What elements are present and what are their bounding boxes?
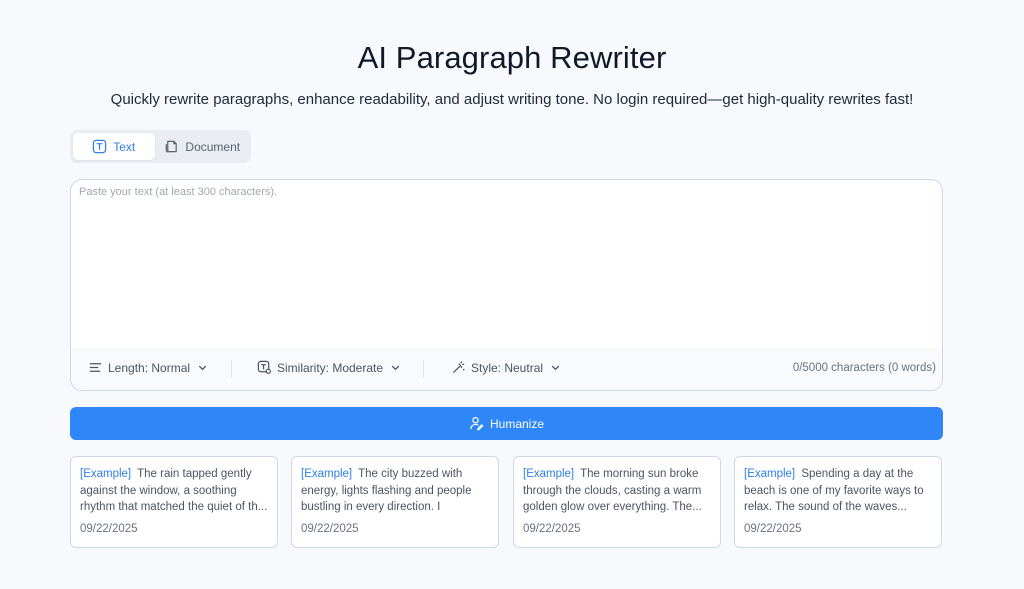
example-card[interactable]: [Example] The morning sun broke through … bbox=[513, 456, 721, 548]
example-card[interactable]: [Example] The rain tapped gently against… bbox=[70, 456, 278, 548]
example-tag: [Example] bbox=[301, 468, 353, 480]
example-tag: [Example] bbox=[80, 468, 132, 480]
example-card[interactable]: [Example] Spending a day at the beach is… bbox=[734, 456, 942, 548]
toolbar-divider bbox=[231, 360, 232, 378]
example-text: [Example] The morning sun broke through … bbox=[523, 466, 712, 516]
example-text: [Example] Spending a day at the beach is… bbox=[744, 466, 933, 516]
length-label: Length: Normal bbox=[108, 360, 191, 375]
page-title: AI Paragraph Rewriter bbox=[357, 40, 667, 75]
character-counter: 0/5000 characters (0 words) bbox=[792, 362, 936, 374]
tab-text-label: Text bbox=[113, 139, 136, 154]
text-input[interactable] bbox=[71, 180, 942, 348]
tab-text[interactable]: Text bbox=[73, 133, 155, 160]
style-label: Style: Neutral bbox=[471, 360, 544, 375]
chevron-down-icon bbox=[551, 365, 560, 371]
humanize-label: Humanize bbox=[489, 416, 545, 431]
editor-toolbar: Length: Normal Similarity: Moderate Styl… bbox=[71, 348, 942, 390]
magic-wand-icon bbox=[452, 361, 465, 374]
tab-document-label: Document bbox=[185, 139, 241, 154]
toolbar-divider bbox=[423, 360, 424, 378]
text-editor: Length: Normal Similarity: Moderate Sty bbox=[70, 179, 943, 391]
example-date: 09/22/2025 bbox=[80, 523, 138, 535]
chevron-down-icon bbox=[198, 365, 207, 371]
example-card[interactable]: [Example] The city buzzed with energy, l… bbox=[291, 456, 499, 548]
chevron-down-icon bbox=[391, 365, 400, 371]
similarity-dropdown[interactable]: Similarity: Moderate bbox=[257, 360, 401, 375]
similarity-label: Similarity: Moderate bbox=[277, 360, 384, 375]
example-date: 09/22/2025 bbox=[301, 523, 359, 535]
similarity-icon bbox=[257, 360, 271, 374]
example-date: 09/22/2025 bbox=[744, 523, 802, 535]
document-icon bbox=[166, 140, 178, 153]
example-tag: [Example] bbox=[523, 468, 575, 480]
input-mode-tabs: Text Document bbox=[70, 130, 251, 163]
humanize-button[interactable]: Humanize bbox=[70, 407, 943, 440]
example-tag: [Example] bbox=[744, 468, 796, 480]
length-icon bbox=[89, 363, 102, 372]
example-date: 09/22/2025 bbox=[523, 523, 581, 535]
humanize-icon bbox=[470, 416, 484, 431]
tab-document[interactable]: Document bbox=[157, 133, 248, 160]
example-text: [Example] The city buzzed with energy, l… bbox=[301, 466, 490, 516]
length-dropdown[interactable]: Length: Normal bbox=[88, 360, 208, 375]
text-icon bbox=[93, 139, 107, 154]
page-subtitle: Quickly rewrite paragraphs, enhance read… bbox=[110, 91, 914, 108]
style-dropdown[interactable]: Style: Neutral bbox=[451, 360, 561, 375]
example-text: [Example] The rain tapped gently against… bbox=[80, 466, 269, 516]
